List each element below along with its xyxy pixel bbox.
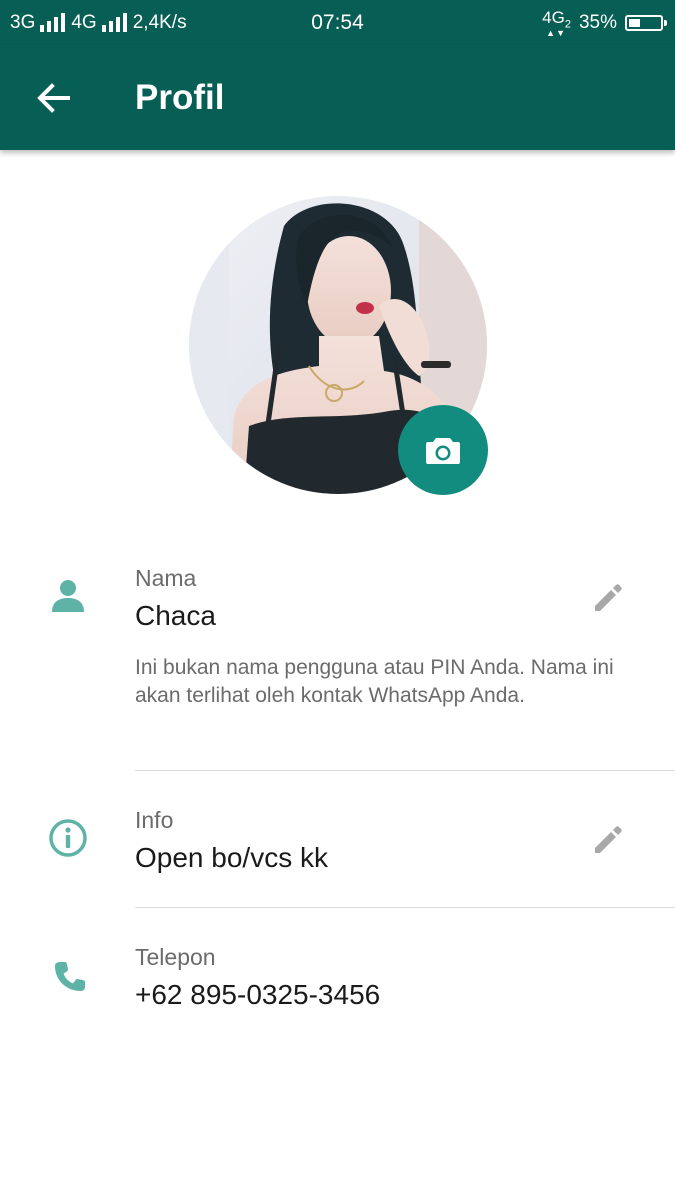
phone-icon xyxy=(47,955,91,999)
status-bar: 3G 4G 2,4K/s 07:54 4G2 ▲▼ 35% xyxy=(0,0,675,45)
signal-icon xyxy=(40,12,66,32)
info-label: Info xyxy=(135,807,174,833)
person-icon xyxy=(46,574,90,618)
edit-info-button[interactable] xyxy=(584,815,632,863)
network-4g: 4G xyxy=(71,11,127,34)
info-value: Open bo/vcs kk xyxy=(135,842,328,873)
network-speed: 2,4K/s xyxy=(132,11,187,33)
status-bar-left: 3G 4G 2,4K/s xyxy=(10,0,187,45)
battery-percent: 35% xyxy=(578,11,617,33)
name-label: Nama xyxy=(135,565,197,591)
battery-fill xyxy=(629,18,640,27)
network-4g-label: 4G xyxy=(71,11,97,33)
network-3g: 3G xyxy=(10,11,66,34)
status-bar-right: 4G2 ▲▼ 35% xyxy=(542,0,667,45)
battery-icon xyxy=(625,14,667,31)
info-icon xyxy=(46,816,90,860)
name-value: Chaca xyxy=(135,600,216,631)
data-network-label: 4G xyxy=(542,7,565,27)
divider xyxy=(135,770,675,771)
pencil-icon xyxy=(595,826,622,853)
change-photo-button[interactable] xyxy=(398,405,488,495)
name-hint: Ini bukan nama pengguna atau PIN Anda. N… xyxy=(135,656,614,707)
camera-icon xyxy=(426,438,460,464)
page-title: Profil xyxy=(135,77,225,117)
arrow-left-icon xyxy=(37,83,70,113)
data-network-indicator: 4G2 ▲▼ xyxy=(542,7,571,39)
phone-label: Telepon xyxy=(135,944,216,970)
data-activity-icon: ▲▼ xyxy=(546,28,566,39)
divider xyxy=(135,907,675,908)
edit-name-button[interactable] xyxy=(584,573,632,621)
network-3g-label: 3G xyxy=(10,11,36,33)
phone-value: +62 895-0325-3456 xyxy=(135,979,381,1010)
pencil-icon xyxy=(595,584,622,611)
back-button[interactable] xyxy=(26,75,80,121)
signal-icon xyxy=(101,12,127,32)
app-bar: Profil xyxy=(0,45,675,150)
